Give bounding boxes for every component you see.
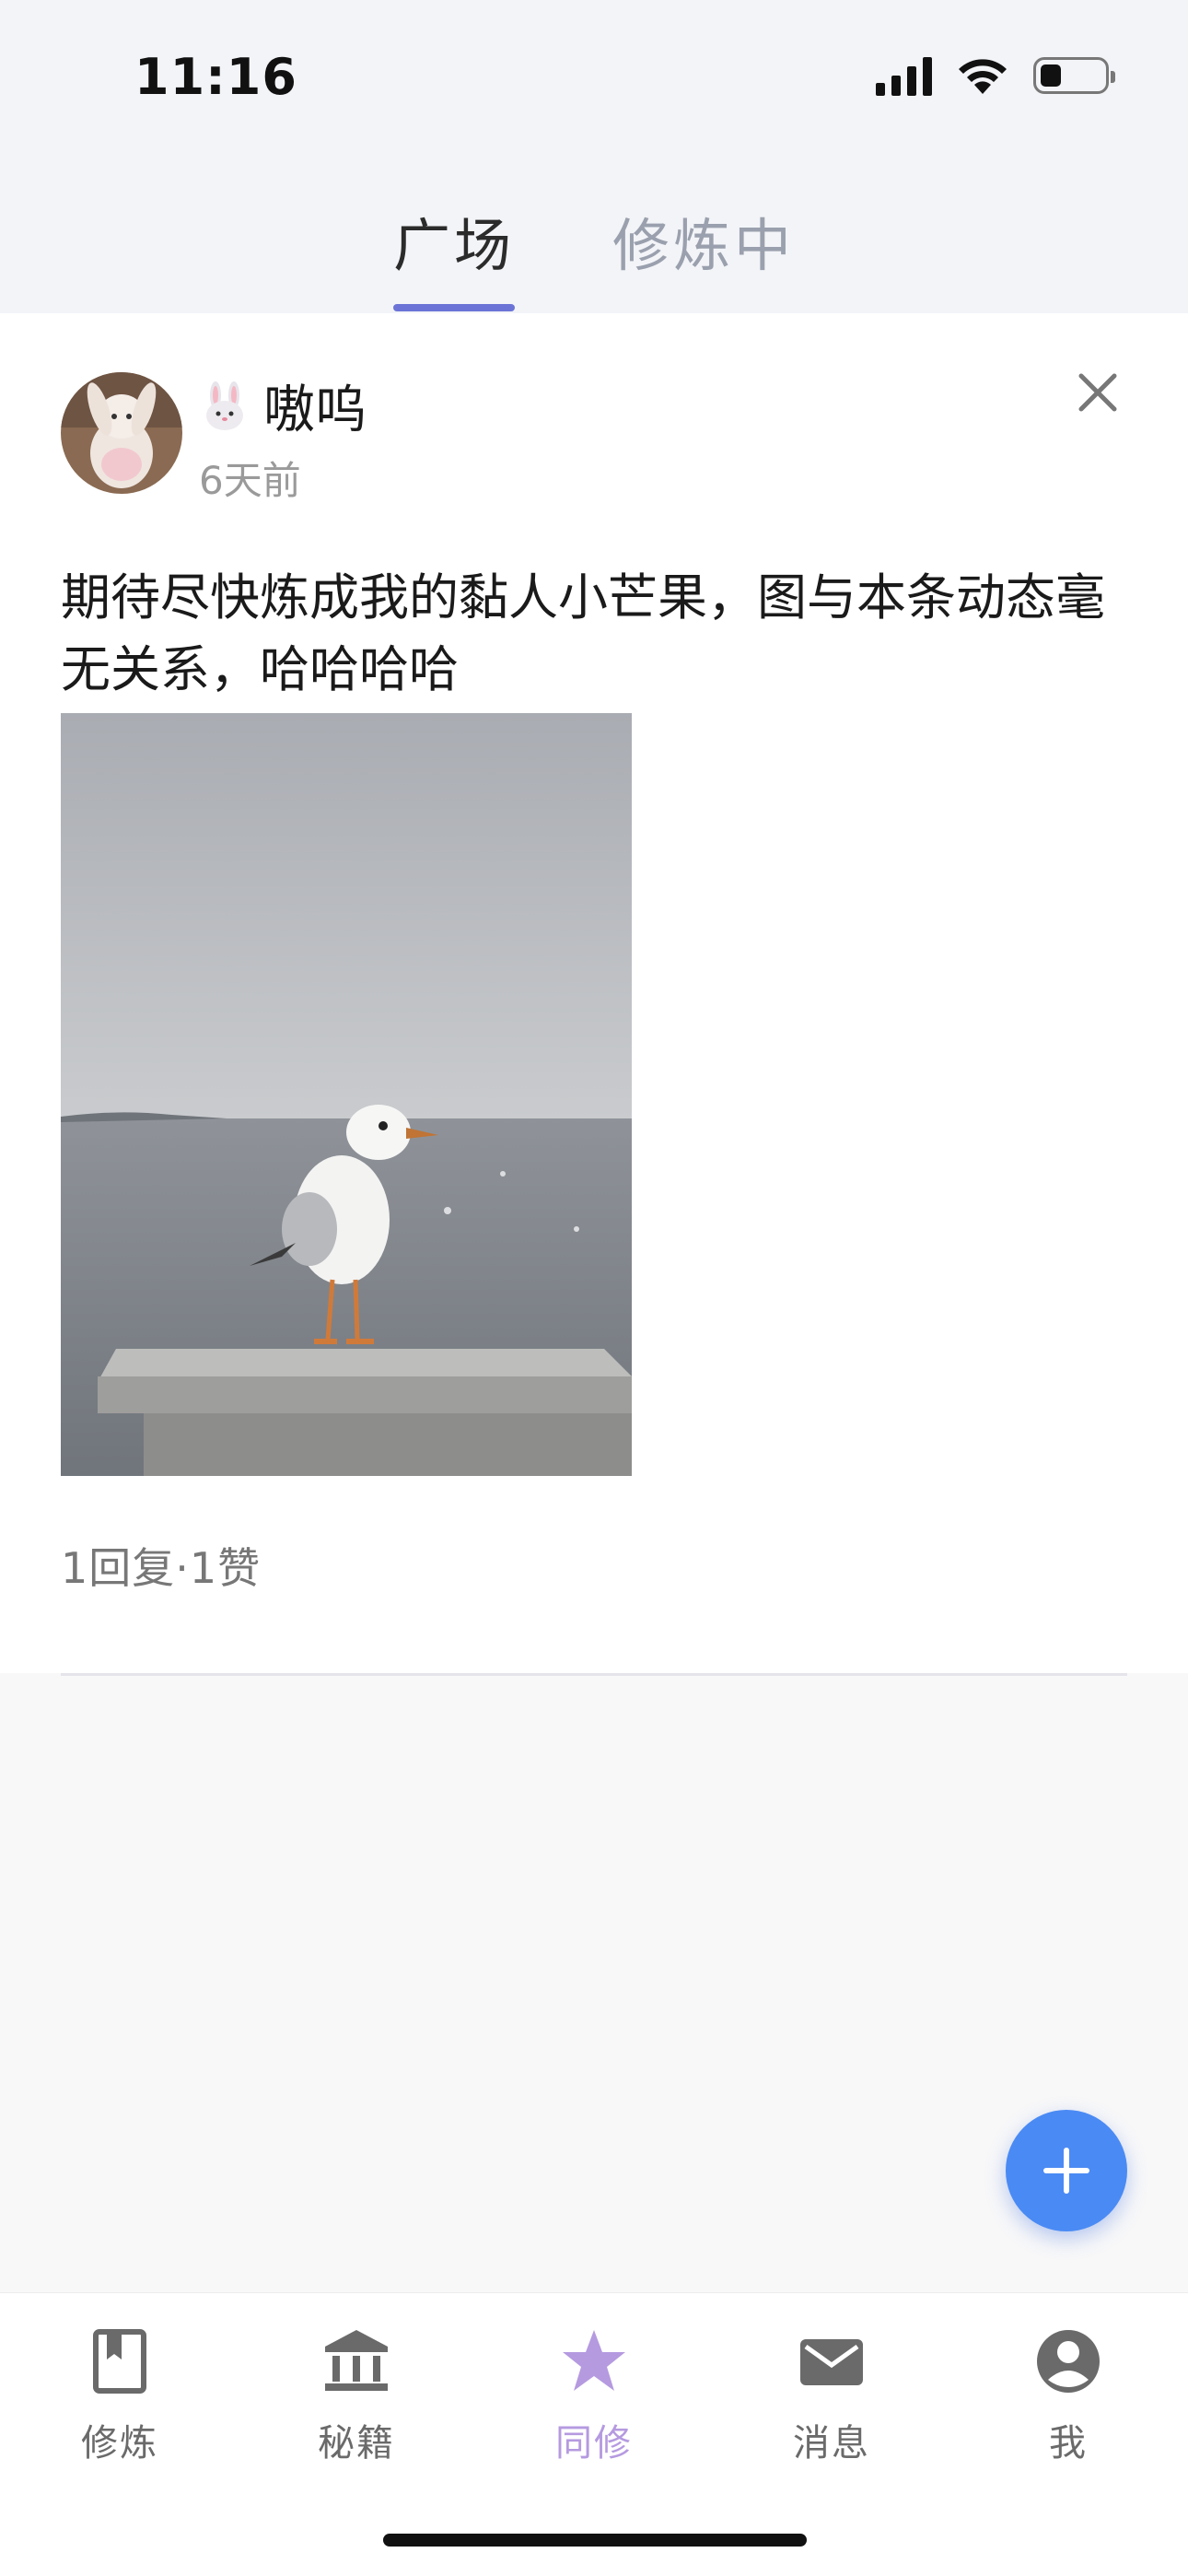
status-time: 11:16 [134, 48, 297, 106]
post-card[interactable]: 嗷呜 6天前 期待尽快炼成我的黏人小芒果，图与本条动态毫无关系，哈哈哈哈 1回复… [0, 313, 1188, 1676]
nav-label: 同修 [555, 2422, 633, 2465]
nav-item-training[interactable]: 修炼 [28, 2326, 212, 2466]
nav-label: 修炼 [81, 2422, 158, 2465]
plus-icon [1043, 2148, 1089, 2194]
post-stats[interactable]: 1回复·1赞 [61, 1535, 261, 1596]
active-tab-indicator [393, 304, 515, 311]
library-icon [325, 2330, 388, 2391]
post-image[interactable] [61, 713, 632, 1476]
avatar[interactable] [61, 372, 182, 494]
nav-label: 消息 [793, 2422, 870, 2465]
star-icon [563, 2330, 625, 2391]
home-indicator[interactable] [383, 2534, 807, 2547]
seagull-photo [61, 713, 632, 1476]
mail-icon [800, 2339, 863, 2385]
nav-item-secrets[interactable]: 秘籍 [264, 2326, 448, 2466]
account-icon [1037, 2330, 1100, 2393]
nav-label: 我 [1049, 2422, 1088, 2465]
post-timestamp: 6天前 [199, 458, 301, 503]
new-post-button[interactable] [1006, 2110, 1127, 2231]
rabbit-face-icon [206, 381, 243, 430]
divider [61, 1673, 1127, 1676]
close-icon[interactable] [1072, 367, 1124, 418]
avatar-image [61, 372, 182, 494]
nav-item-messages[interactable]: 消息 [740, 2326, 924, 2466]
top-tabs: 广场 修炼中 [0, 184, 1188, 313]
nav-item-peers[interactable]: 同修 [502, 2326, 686, 2466]
wifi-icon [959, 59, 1007, 94]
top-header: 11:16 广场 修炼中 [0, 0, 1188, 313]
author-row: 嗷呜 [199, 369, 367, 443]
nav-item-me[interactable]: 我 [976, 2326, 1160, 2466]
app-screen: 11:16 广场 修炼中 嗷呜 6天前 期待尽快炼成我的黏人小芒果，图与本条动态… [0, 0, 1188, 2576]
status-icons [876, 55, 1115, 96]
book-icon [93, 2329, 146, 2394]
author-name[interactable]: 嗷呜 [263, 369, 367, 443]
nav-label: 秘籍 [318, 2422, 395, 2465]
cellular-signal-icon [876, 55, 932, 96]
tab-plaza[interactable]: 广场 [393, 199, 515, 282]
battery-icon [1033, 57, 1115, 94]
post-body: 期待尽快炼成我的黏人小芒果，图与本条动态毫无关系，哈哈哈哈 [61, 568, 1105, 698]
tab-training[interactable]: 修炼中 [612, 199, 795, 282]
